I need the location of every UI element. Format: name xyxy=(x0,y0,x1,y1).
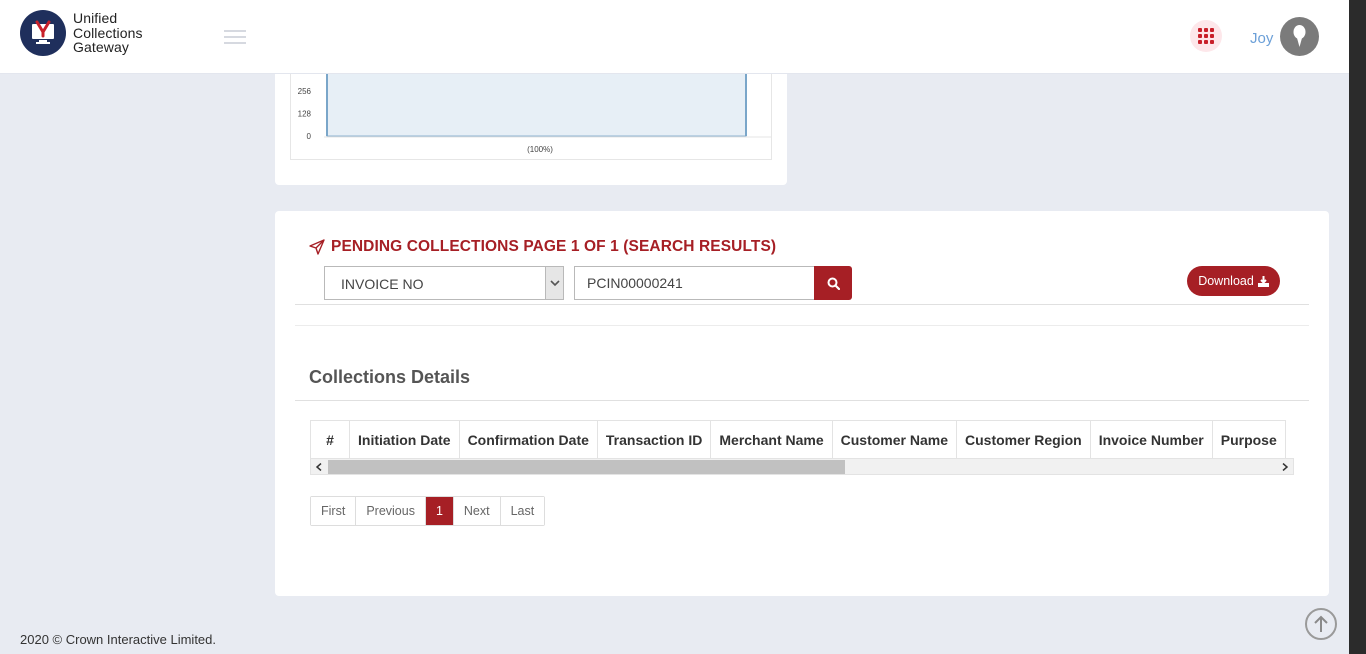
filter-select[interactable]: INVOICE NO xyxy=(324,266,564,300)
column-header[interactable]: Purpose xyxy=(1211,420,1286,459)
y-tick-label: 128 xyxy=(298,110,312,119)
user-avatar-icon[interactable] xyxy=(1280,17,1319,56)
download-label: Download xyxy=(1198,274,1254,288)
user-name[interactable]: Joy xyxy=(1250,30,1273,47)
page-first[interactable]: First xyxy=(311,497,357,525)
chart-bar xyxy=(326,74,747,137)
logo[interactable]: Unified Collections Gateway xyxy=(20,10,143,56)
x-tick-label: (100%) xyxy=(527,145,553,154)
logo-icon xyxy=(20,10,66,56)
page-previous[interactable]: Previous xyxy=(356,497,426,525)
column-header[interactable]: Customer Name xyxy=(831,420,958,459)
pending-collections-card: PENDING COLLECTIONS PAGE 1 OF 1 (SEARCH … xyxy=(275,211,1329,596)
section-title-text: PENDING COLLECTIONS PAGE 1 OF 1 (SEARCH … xyxy=(331,238,777,255)
page-number[interactable]: 1 xyxy=(425,497,454,525)
footer-copyright: 2020 © Crown Interactive Limited. xyxy=(20,632,217,647)
chart-card: 0 128 256 (100%) xyxy=(275,74,787,185)
table-horizontal-scrollbar[interactable] xyxy=(310,458,1294,475)
page-last[interactable]: Last xyxy=(500,497,545,525)
logo-line-3: Gateway xyxy=(73,39,129,56)
hamburger-icon[interactable] xyxy=(224,30,246,44)
collections-details-title: Collections Details xyxy=(309,367,471,387)
pagination: First Previous 1 Next Last xyxy=(310,496,546,526)
paper-plane-icon xyxy=(309,239,325,255)
divider xyxy=(295,400,1309,401)
apps-grid-icon[interactable] xyxy=(1190,20,1222,52)
table-header-row: # Initiation Date Confirmation Date Transac… xyxy=(310,420,1286,459)
divider xyxy=(295,304,1309,305)
chevron-down-icon[interactable] xyxy=(545,267,563,299)
filter-select-value: INVOICE NO xyxy=(341,276,424,292)
download-button[interactable]: Download xyxy=(1187,266,1280,296)
search-icon xyxy=(827,277,840,290)
column-header[interactable]: Confirmation Date xyxy=(458,420,598,459)
bar-chart: 0 128 256 (100%) xyxy=(298,74,771,154)
logo-text: Unified Collections Gateway xyxy=(73,11,143,55)
chart-container: 0 128 256 (100%) xyxy=(290,74,772,160)
page-next[interactable]: Next xyxy=(453,497,501,525)
column-header[interactable]: Customer Region xyxy=(956,420,1091,459)
column-header[interactable]: Initiation Date xyxy=(349,420,460,459)
logo-line-2: Collections xyxy=(73,24,143,41)
column-header[interactable]: # xyxy=(310,420,350,459)
scrollbar-thumb[interactable] xyxy=(328,460,845,474)
column-header[interactable]: Transaction ID xyxy=(596,420,712,459)
page-scrollbar[interactable] xyxy=(1349,0,1366,654)
collections-table: # Initiation Date Confirmation Date Transac… xyxy=(310,420,1286,459)
logo-line-1: Unified xyxy=(73,10,118,27)
arrow-up-icon[interactable] xyxy=(1305,608,1337,640)
chevron-left-icon[interactable] xyxy=(313,461,325,473)
y-tick-label: 256 xyxy=(298,87,312,96)
chevron-right-icon[interactable] xyxy=(1279,461,1291,473)
column-header[interactable]: Invoice Number xyxy=(1089,420,1213,459)
y-tick-label: 0 xyxy=(307,132,312,141)
section-title: PENDING COLLECTIONS PAGE 1 OF 1 (SEARCH … xyxy=(309,238,776,256)
download-icon xyxy=(1257,275,1269,287)
search-button[interactable] xyxy=(814,266,852,300)
search-input[interactable] xyxy=(574,266,815,300)
divider xyxy=(295,325,1309,326)
top-header: Unified Collections Gateway Joy xyxy=(0,0,1349,74)
column-header[interactable]: Merchant Name xyxy=(710,420,833,459)
